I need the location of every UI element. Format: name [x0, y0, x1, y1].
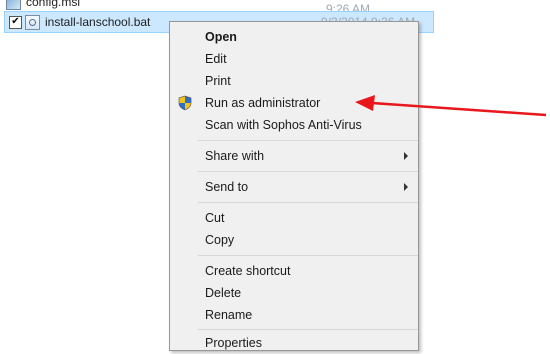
- annotation-arrow: [355, 95, 547, 117]
